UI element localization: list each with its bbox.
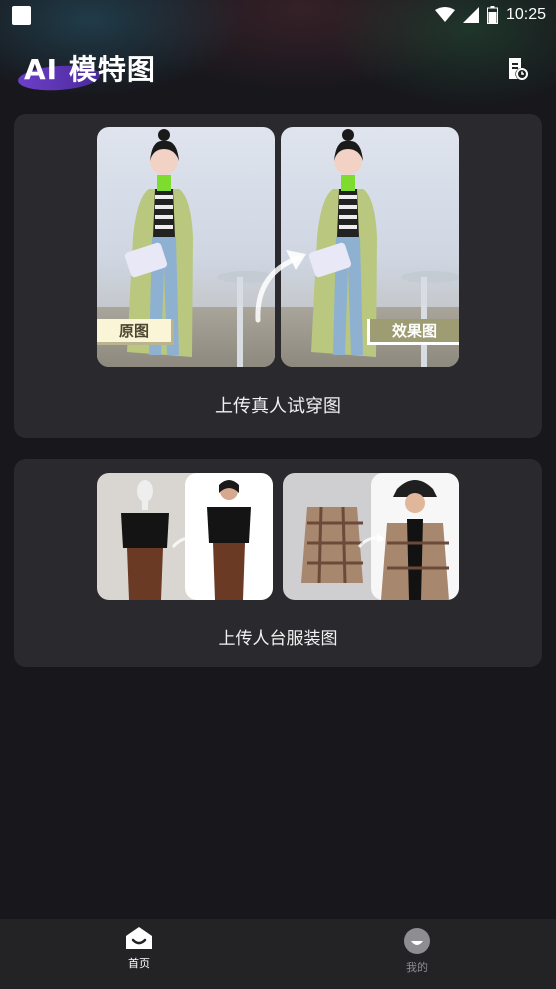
app-header: AI 模特图	[0, 40, 556, 100]
bottom-navigation: 首页 我的	[0, 919, 556, 989]
battery-icon	[486, 6, 498, 24]
status-icons: 10:25	[434, 6, 546, 24]
history-button[interactable]	[504, 56, 530, 82]
signal-icon	[462, 7, 479, 23]
nav-item-home[interactable]: 首页	[99, 925, 179, 971]
nav-label-mine: 我的	[406, 961, 428, 974]
effect-tag: 效果图	[366, 319, 459, 345]
wifi-icon	[434, 7, 455, 22]
mannequin-example-jacket	[283, 473, 459, 600]
upload-mannequin-card[interactable]: 上传人台服装图	[14, 459, 542, 667]
upload-mannequin-label: 上传人台服装图	[218, 629, 338, 649]
mannequin-example-dress	[97, 473, 273, 600]
transform-arrow-icon	[255, 250, 306, 323]
status-bar: 10:25	[0, 0, 556, 30]
app-title: AI 模特图	[24, 53, 156, 86]
history-doc-icon	[509, 58, 528, 80]
notification-box-icon	[12, 5, 31, 25]
nav-item-mine[interactable]: 我的	[377, 927, 457, 975]
nav-label-home: 首页	[128, 957, 150, 970]
clock: 10:25	[505, 6, 546, 23]
upload-tryon-card[interactable]: 原图 效果图 上传真人试穿图	[14, 114, 542, 438]
original-tag: 原图	[97, 319, 175, 345]
home-icon	[126, 927, 152, 949]
upload-tryon-label: 上传真人试穿图	[215, 396, 341, 417]
profile-icon	[404, 928, 430, 954]
